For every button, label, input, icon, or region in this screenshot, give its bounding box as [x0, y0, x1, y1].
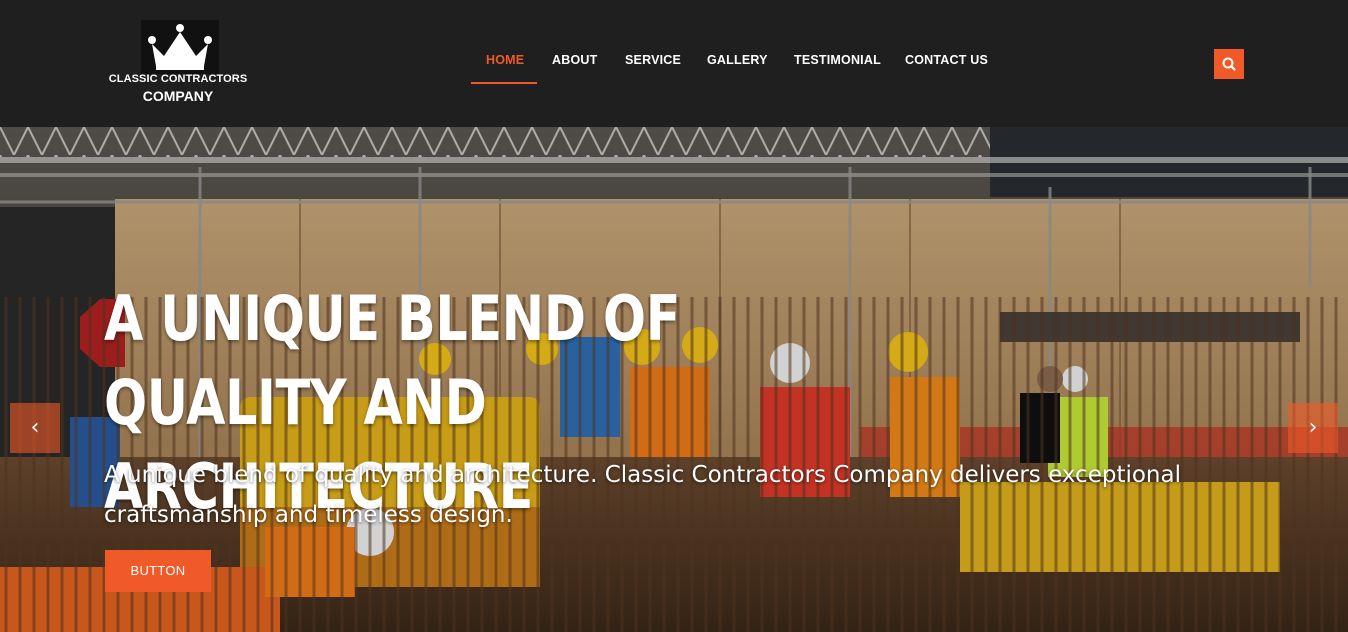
- site-header: CLASSIC CONTRACTORS COMPANY HOME ABOUT S…: [0, 0, 1348, 127]
- logo-text-line2: COMPANY: [142, 88, 214, 104]
- hero-cta-button[interactable]: BUTTON: [105, 550, 211, 592]
- hero-subtitle: A unique blend of quality and architectu…: [104, 462, 1181, 528]
- chevron-left-icon: ‹: [30, 415, 40, 440]
- nav-about[interactable]: ABOUT: [552, 53, 597, 67]
- search-icon: [1222, 57, 1236, 71]
- logo-text-line1: CLASSIC CONTRACTORS: [108, 73, 248, 85]
- slider-next-button[interactable]: ›: [1288, 403, 1338, 453]
- nav-service[interactable]: SERVICE: [625, 53, 681, 67]
- slider-prev-button[interactable]: ‹: [10, 403, 60, 453]
- nav-home[interactable]: HOME: [486, 53, 524, 67]
- nav-gallery[interactable]: GALLERY: [707, 53, 768, 67]
- nav-active-indicator: [471, 82, 537, 84]
- chevron-right-icon: ›: [1308, 415, 1318, 440]
- crown-icon: [148, 24, 212, 70]
- nav-contact-us[interactable]: CONTACT US: [905, 53, 988, 67]
- company-logo[interactable]: CLASSIC CONTRACTORS COMPANY: [108, 20, 248, 106]
- search-button[interactable]: [1214, 49, 1244, 79]
- nav-testimonial[interactable]: TESTIMONIAL: [794, 53, 881, 67]
- hero-slider: A UNIQUE BLEND OF QUALITY AND ARCHITECTU…: [0, 127, 1348, 632]
